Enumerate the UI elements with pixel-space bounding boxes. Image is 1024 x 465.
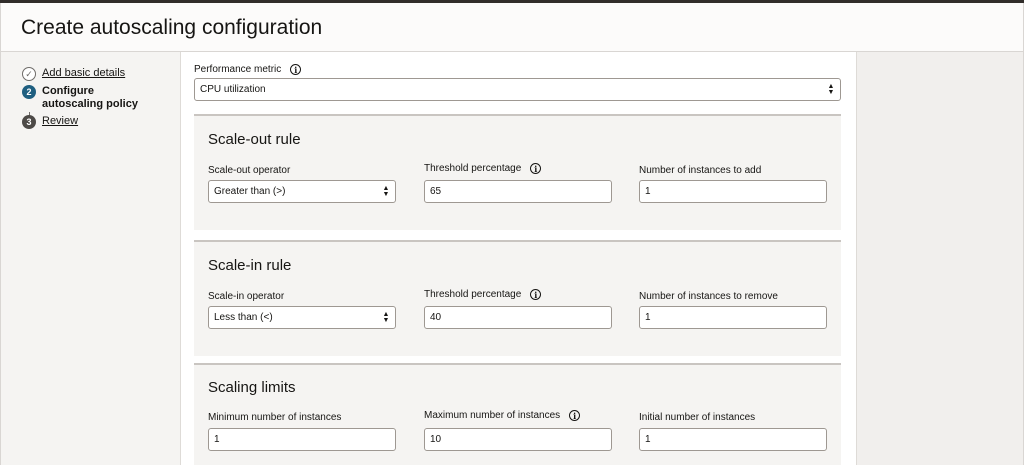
form-main: Performance metric i CPU utilization ▲ ▼ … xyxy=(181,52,856,465)
scaling-limits-title: Scaling limits xyxy=(208,379,296,396)
step-label[interactable]: Add basic details xyxy=(42,67,125,80)
scale-in-operator-label: Scale-in operator xyxy=(208,291,285,302)
scale-out-threshold-input[interactable]: 65 xyxy=(424,180,612,203)
scale-out-operator-select[interactable]: Greater than (>) ▲ ▼ xyxy=(208,180,396,203)
performance-metric-select[interactable]: CPU utilization ▲ ▼ xyxy=(194,78,841,101)
scale-in-operator-select[interactable]: Less than (<) ▲ ▼ xyxy=(208,306,396,329)
chevron-updown-icon: ▲ ▼ xyxy=(382,310,390,324)
max-instances-label: Maximum number of instances i xyxy=(424,410,581,421)
wizard-steps-sidebar: ✓ Add basic details 2 Configure autoscal… xyxy=(0,52,181,465)
scale-out-rule-panel: Scale-out rule Scale-out operator Greate… xyxy=(194,114,841,230)
page-header: Create autoscaling configuration xyxy=(0,3,1024,52)
info-icon[interactable]: i xyxy=(530,289,542,300)
scale-in-threshold-input[interactable]: 40 xyxy=(424,306,612,329)
scale-out-instances-input[interactable]: 1 xyxy=(639,180,827,203)
info-icon[interactable]: i xyxy=(569,410,581,421)
scale-out-instances-label: Number of instances to add xyxy=(639,165,762,176)
right-gutter xyxy=(856,52,1024,465)
step-review[interactable]: 3 Review xyxy=(22,115,78,129)
info-icon[interactable]: i xyxy=(530,163,542,174)
scale-in-title: Scale-in rule xyxy=(208,257,292,274)
scale-out-title: Scale-out rule xyxy=(208,131,301,148)
scale-out-threshold-label: Threshold percentage i xyxy=(424,163,542,174)
info-icon[interactable]: i xyxy=(290,64,302,75)
page-title: Create autoscaling configuration xyxy=(21,16,323,39)
scale-out-operator-label: Scale-out operator xyxy=(208,165,291,176)
chevron-updown-icon: ▲ ▼ xyxy=(382,184,390,198)
scale-in-instances-input[interactable]: 1 xyxy=(639,306,827,329)
step-add-basic-details[interactable]: ✓ Add basic details xyxy=(22,67,125,81)
scale-in-instances-label: Number of instances to remove xyxy=(639,291,778,302)
min-instances-label: Minimum number of instances xyxy=(208,412,342,423)
max-instances-input[interactable]: 10 xyxy=(424,428,612,451)
check-icon: ✓ xyxy=(22,67,36,81)
step-configure-autoscaling-policy[interactable]: 2 Configure autoscaling policy xyxy=(22,85,152,111)
step-number-badge: 3 xyxy=(22,115,36,129)
step-label: Configure autoscaling policy xyxy=(42,85,138,110)
min-instances-input[interactable]: 1 xyxy=(208,428,396,451)
performance-metric-label: Performance metric i xyxy=(194,64,302,75)
step-number-badge: 2 xyxy=(22,85,36,99)
chevron-updown-icon: ▲ ▼ xyxy=(827,82,835,96)
scale-in-threshold-label: Threshold percentage i xyxy=(424,289,542,300)
step-label[interactable]: Review xyxy=(42,115,78,128)
initial-instances-label: Initial number of instances xyxy=(639,412,756,423)
scale-in-rule-panel: Scale-in rule Scale-in operator Less tha… xyxy=(194,240,841,356)
initial-instances-input[interactable]: 1 xyxy=(639,428,827,451)
scaling-limits-panel: Scaling limits Minimum number of instanc… xyxy=(194,363,841,465)
